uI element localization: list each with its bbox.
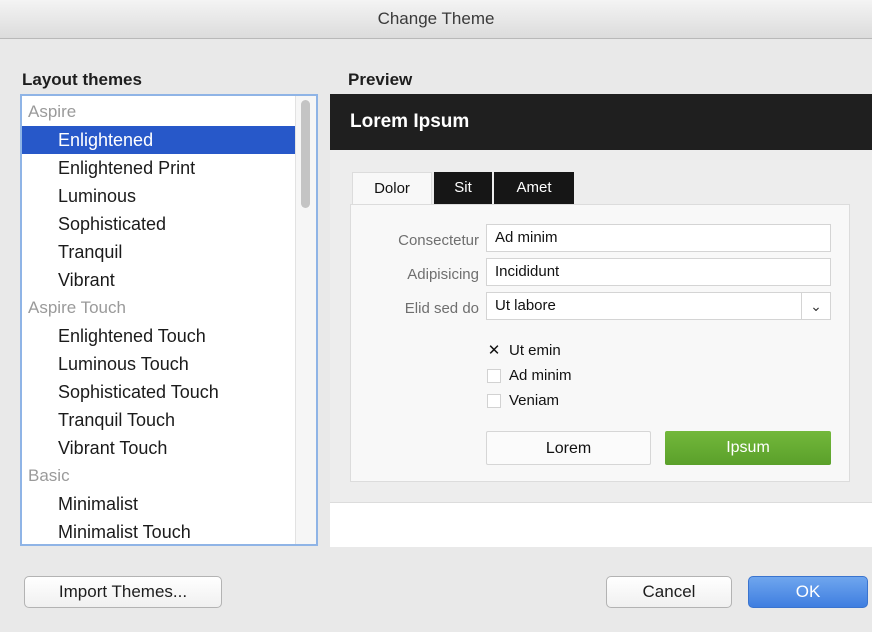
theme-item-vibrant[interactable]: Vibrant: [22, 266, 298, 294]
preview-footer: [330, 502, 872, 547]
theme-item-minimalist-touch[interactable]: Minimalist Touch: [22, 518, 298, 544]
checkbox-empty-icon: [487, 394, 501, 409]
adipisicing-label: Adipisicing: [407, 266, 479, 283]
theme-list-scroll-thumb[interactable]: [301, 100, 310, 208]
check-veniam-label: Veniam: [509, 392, 560, 409]
theme-item-enlightened-touch[interactable]: Enlightened Touch: [22, 322, 298, 350]
tab-amet[interactable]: Amet: [494, 172, 574, 204]
theme-item-sophisticated[interactable]: Sophisticated: [22, 210, 298, 238]
theme-item-vibrant-touch[interactable]: Vibrant Touch: [22, 434, 298, 462]
check-ut-emin-label: Ut emin: [509, 342, 561, 359]
theme-list-scrollbar[interactable]: [295, 96, 316, 544]
consectetur-input[interactable]: Ad minim: [486, 224, 831, 252]
preview-pane: Lorem Ipsum Dolor Sit Amet Consectetur A…: [330, 94, 872, 547]
theme-item-luminous[interactable]: Luminous: [22, 182, 298, 210]
adipisicing-input[interactable]: Incididunt: [486, 258, 831, 286]
lorem-button[interactable]: Lorem: [486, 431, 651, 465]
import-themes-button[interactable]: Import Themes...: [24, 576, 222, 608]
preview-header: Lorem Ipsum: [330, 94, 872, 150]
tab-dolor[interactable]: Dolor: [352, 172, 432, 204]
layout-themes-label: Layout themes: [22, 70, 142, 89]
theme-item-sophisticated-touch[interactable]: Sophisticated Touch: [22, 378, 298, 406]
cancel-button[interactable]: Cancel: [606, 576, 732, 608]
theme-item-minimalist[interactable]: Minimalist: [22, 490, 298, 518]
elid-select-value: Ut labore: [495, 297, 556, 314]
tab-sit[interactable]: Sit: [434, 172, 492, 204]
theme-items: Aspire Enlightened Enlightened Print Lumino…: [22, 98, 298, 544]
check-ut-emin[interactable]: ✕ Ut emin: [487, 340, 561, 362]
consectetur-label: Consectetur: [398, 232, 479, 249]
theme-item-enlightened[interactable]: Enlightened: [22, 126, 298, 154]
checkmark-icon: ✕: [487, 342, 501, 360]
check-veniam[interactable]: Veniam: [487, 390, 559, 412]
check-ad-minim[interactable]: Ad minim: [487, 365, 572, 387]
theme-item-tranquil[interactable]: Tranquil: [22, 238, 298, 266]
window-title: Change Theme: [0, 0, 872, 39]
elid-label: Elid sed do: [404, 300, 479, 317]
theme-group-basic: Basic: [28, 466, 70, 485]
theme-item-luminous-touch[interactable]: Luminous Touch: [22, 350, 298, 378]
theme-item-enlightened-print[interactable]: Enlightened Print: [22, 154, 298, 182]
check-ad-minim-label: Ad minim: [509, 367, 572, 384]
elid-select[interactable]: Ut labore ⌄: [486, 292, 831, 320]
ok-button[interactable]: OK: [748, 576, 868, 608]
checkbox-empty-icon: [487, 369, 501, 384]
chevron-down-icon: ⌄: [801, 293, 830, 319]
theme-item-tranquil-touch[interactable]: Tranquil Touch: [22, 406, 298, 434]
preview-label: Preview: [348, 70, 413, 89]
theme-group-aspire-touch: Aspire Touch: [28, 298, 126, 317]
theme-group-aspire: Aspire: [28, 102, 77, 121]
theme-list[interactable]: Aspire Enlightened Enlightened Print Lumino…: [20, 94, 318, 546]
preview-form-panel: Consectetur Ad minim Adipisicing Incidid…: [350, 204, 850, 482]
ipsum-button[interactable]: Ipsum: [665, 431, 831, 465]
